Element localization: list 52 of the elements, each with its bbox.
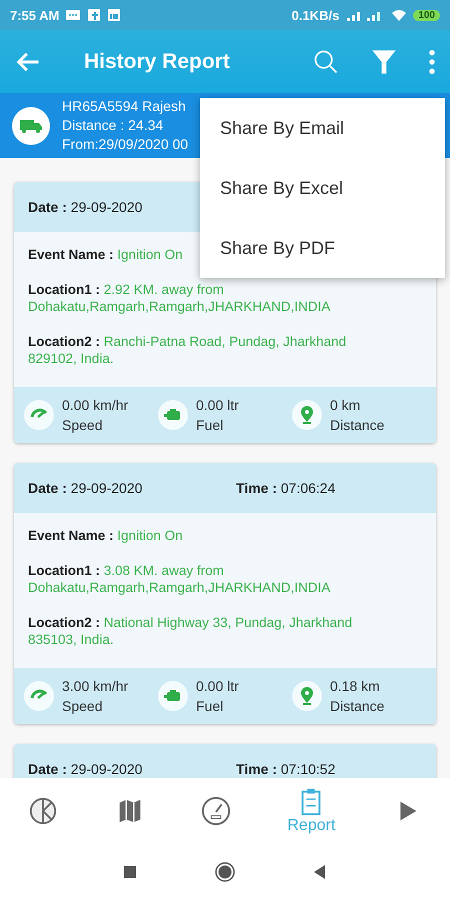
screen-title: History Report [84,50,231,74]
location-pin-icon [292,681,322,711]
time-text: Time : 07:10:52 [236,761,336,777]
stat-value: 0.00 km/hr [62,396,128,415]
date-text: Date : 29-09-2020 [28,199,144,215]
location-pin-icon [292,400,322,430]
fuel-engine-icon [158,400,188,430]
vehicle-name: HR65A5594 Rajesh [62,97,187,116]
square-app-icon [87,8,102,22]
menu-item[interactable]: Share By Excel [200,158,445,218]
search-icon[interactable] [312,48,340,76]
date-text: Date : 29-09-2020 [28,761,144,777]
stat-value: 0 km [330,396,362,415]
menu-item[interactable]: Share By Email [200,98,445,158]
event-detail-text: Location2 : National Highway 33, Pundag, Jharkhand 835103, India. [28,614,354,648]
network-speed: 0.1KB/s [292,8,340,22]
gauge-icon [24,681,54,711]
stat-value: 0.00 ltr [196,677,239,696]
vehicle-from-date: From:29/09/2020 00 [62,135,188,154]
stat-value: 0.00 ltr [196,396,239,415]
stat-value: 0.18 km [330,677,381,696]
event-detail-text: Event Name : Ignition On [28,527,183,544]
speedometer-icon [200,796,231,826]
fuel-engine-icon [158,681,188,711]
status-time: 7:55 AM [10,8,60,22]
stat-value: 3.00 km/hr [62,677,128,696]
nav-tab[interactable] [200,796,231,826]
home-button[interactable] [215,862,235,882]
time-text: Time : 07:06:24 [236,480,336,496]
pie-chart-icon [28,796,58,826]
stat-label: Distance [330,416,384,435]
more-options-icon[interactable] [428,48,436,76]
date-text: Date : 29-09-2020 [28,480,144,496]
event-detail-text: Location1 : 2.92 KM. away from Dohakatu,Ramgarh,Ramgarh,JHARKHAND,INDIA [28,281,332,315]
vehicle-distance: Distance : 24.34 [62,116,164,135]
truck-icon [12,106,50,144]
message-icon [65,8,82,22]
stat-label: Speed [62,416,104,435]
event-detail-text: Event Name : Ignition On [28,246,183,263]
gauge-icon [24,400,54,430]
square-app-icon [107,8,122,22]
wifi-icon [391,8,408,22]
menu-item[interactable]: Share By PDF [200,218,445,278]
stat-label: Fuel [196,697,224,716]
stat-label: Fuel [196,416,224,435]
stat-label: Distance [330,697,384,716]
nav-tab[interactable] [28,796,58,826]
event-detail-text: Location2 : Ranchi-Patna Road, Pundag, Jharkhand 829102, India. [28,333,348,367]
event-detail-text: Location1 : 3.08 KM. away from Dohakatu,Ramgarh,Ramgarh,JHARKHAND,INDIA [28,562,332,596]
battery-level: 100 [413,10,440,20]
filter-icon[interactable] [370,48,398,76]
stat-label: Speed [62,697,104,716]
